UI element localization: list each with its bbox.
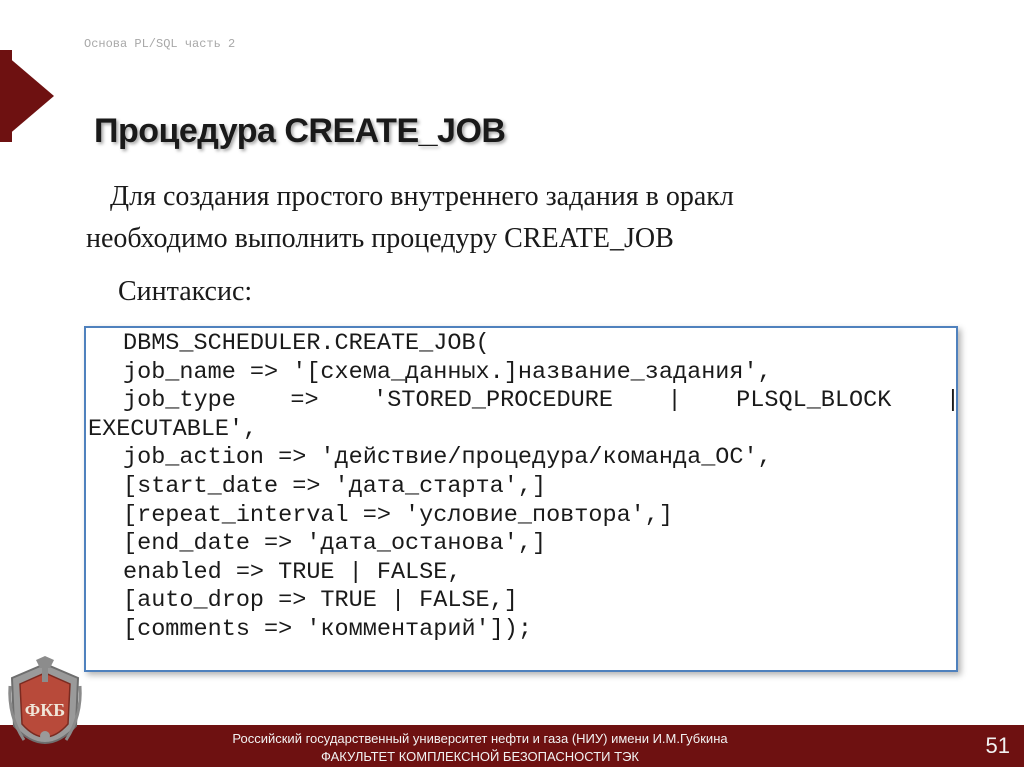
- footer-line-1: Российский государственный университет н…: [232, 731, 728, 746]
- intro-line-1: Для создания простого внутреннего задани…: [110, 181, 734, 212]
- code-line: [end_date => 'дата_останова',]: [123, 530, 547, 558]
- intro-line-2: необходимо выполнить процедуру CREATE_JO…: [86, 223, 674, 254]
- code-line: [repeat_interval => 'условие_повтора',]: [123, 501, 673, 529]
- code-line: DBMS_SCHEDULER.CREATE_JOB(: [123, 330, 490, 357]
- faculty-emblem-icon: ФКБ: [8, 656, 82, 744]
- footer-line-2: ФАКУЛЬТЕТ КОМПЛЕКСНОЙ БЕЗОПАСНОСТИ ТЭК: [321, 749, 639, 764]
- code-line: EXECUTABLE',: [88, 415, 258, 443]
- code-line: [auto_drop => TRUE | FALSE,]: [123, 587, 518, 615]
- code-line: [comments => 'комментарий']);: [123, 615, 532, 643]
- code-block: DBMS_SCHEDULER.CREATE_JOB( job_name => '…: [86, 330, 960, 645]
- presentation-caption: Основа PL/SQL часть 2: [84, 37, 236, 51]
- code-line: [start_date => 'дата_старта',]: [123, 472, 547, 500]
- page-number: 51: [985, 733, 1010, 758]
- footer-bar: Российский государственный университет н…: [0, 725, 1024, 767]
- code-box: DBMS_SCHEDULER.CREATE_JOB( job_name => '…: [84, 326, 960, 672]
- slide-title: Процедура CREATE_JOB: [94, 112, 506, 150]
- footer-university: Российский государственный университет н…: [160, 730, 800, 766]
- code-line: job_name => '[схема_данных.]название_зад…: [123, 358, 772, 386]
- intro-paragraph: Для создания простого внутреннего задани…: [86, 176, 906, 260]
- emblem-text: ФКБ: [25, 700, 65, 720]
- syntax-label: Синтаксис:: [118, 276, 253, 307]
- code-line: enabled => TRUE | FALSE,: [123, 558, 462, 586]
- side-accent-arrow: [0, 50, 54, 142]
- code-line: job_type => 'STORED_PROCEDURE | PLSQL_BL…: [123, 387, 960, 415]
- code-line: job_action => 'действие/процедура/команд…: [123, 444, 772, 472]
